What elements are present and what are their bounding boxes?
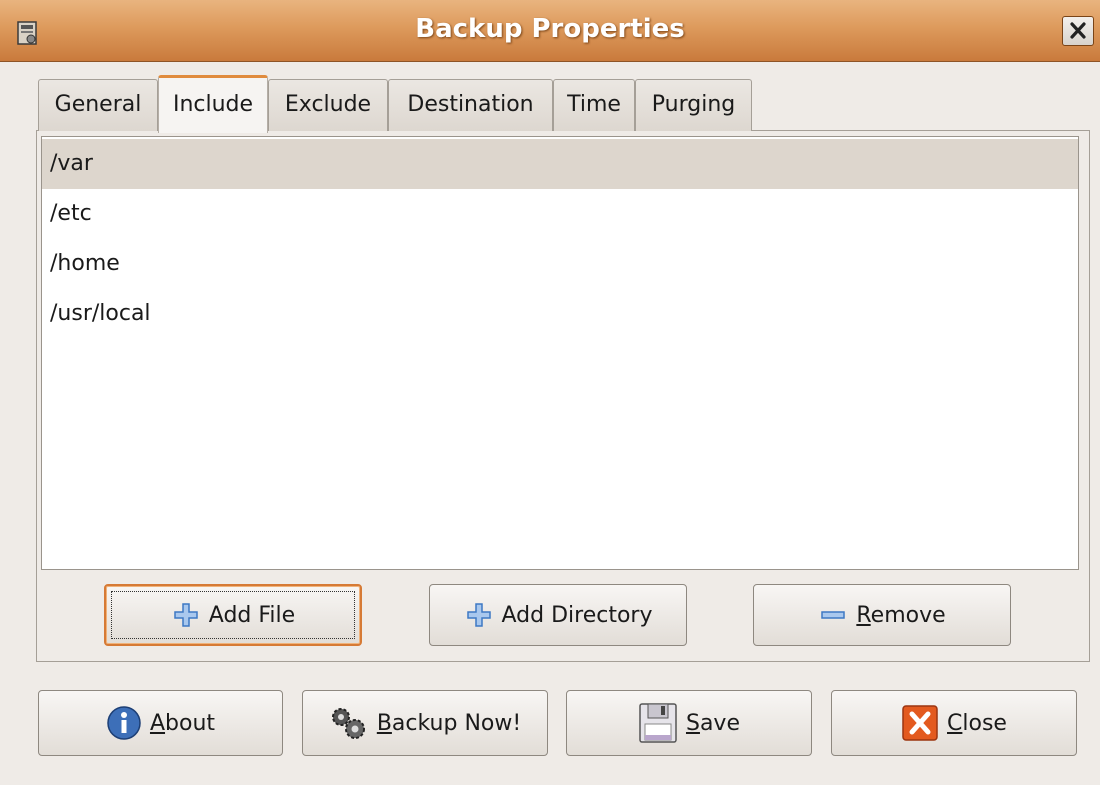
add-directory-button[interactable]: Add Directory [429,584,687,646]
save-label: Save [685,710,740,736]
remove-label: Remove [856,602,946,628]
tab-purging[interactable]: Purging [635,79,752,131]
add-directory-label: Add Directory [501,602,653,628]
title-bar[interactable]: Backup Properties [0,0,1100,62]
focus-ring [111,591,355,639]
plus-icon [466,603,491,627]
info-icon [107,706,141,740]
close-x-icon [902,705,938,741]
list-item[interactable]: /var [42,139,1078,189]
tab-include[interactable]: Include [158,75,268,133]
about-button[interactable]: About [38,690,283,756]
about-label: About [149,710,216,736]
close-button[interactable]: Close [831,690,1077,756]
floppy-disk-icon [639,703,677,743]
close-icon [1070,22,1086,39]
tab-general[interactable]: General [38,79,158,131]
tab-time[interactable]: Time [553,79,635,131]
list-item[interactable]: /usr/local [42,289,1078,339]
tab-exclude[interactable]: Exclude [268,79,388,131]
backup-now-label: Backup Now! [376,710,522,736]
close-label: Close [947,710,1007,736]
list-item[interactable]: /home [42,239,1078,289]
add-file-button[interactable]: Add File [104,584,362,646]
remove-button[interactable]: Remove [753,584,1011,646]
window-title: Backup Properties [415,14,685,44]
gears-icon [331,708,365,739]
list-item[interactable]: /etc [42,189,1078,239]
minus-icon [821,611,846,619]
save-button[interactable]: Save [566,690,812,756]
include-list[interactable]: /var /etc /home /usr/local [41,136,1079,570]
backup-now-button[interactable]: Backup Now! [302,690,548,756]
tab-destination[interactable]: Destination [388,79,553,131]
window-close-button[interactable] [1062,16,1094,46]
